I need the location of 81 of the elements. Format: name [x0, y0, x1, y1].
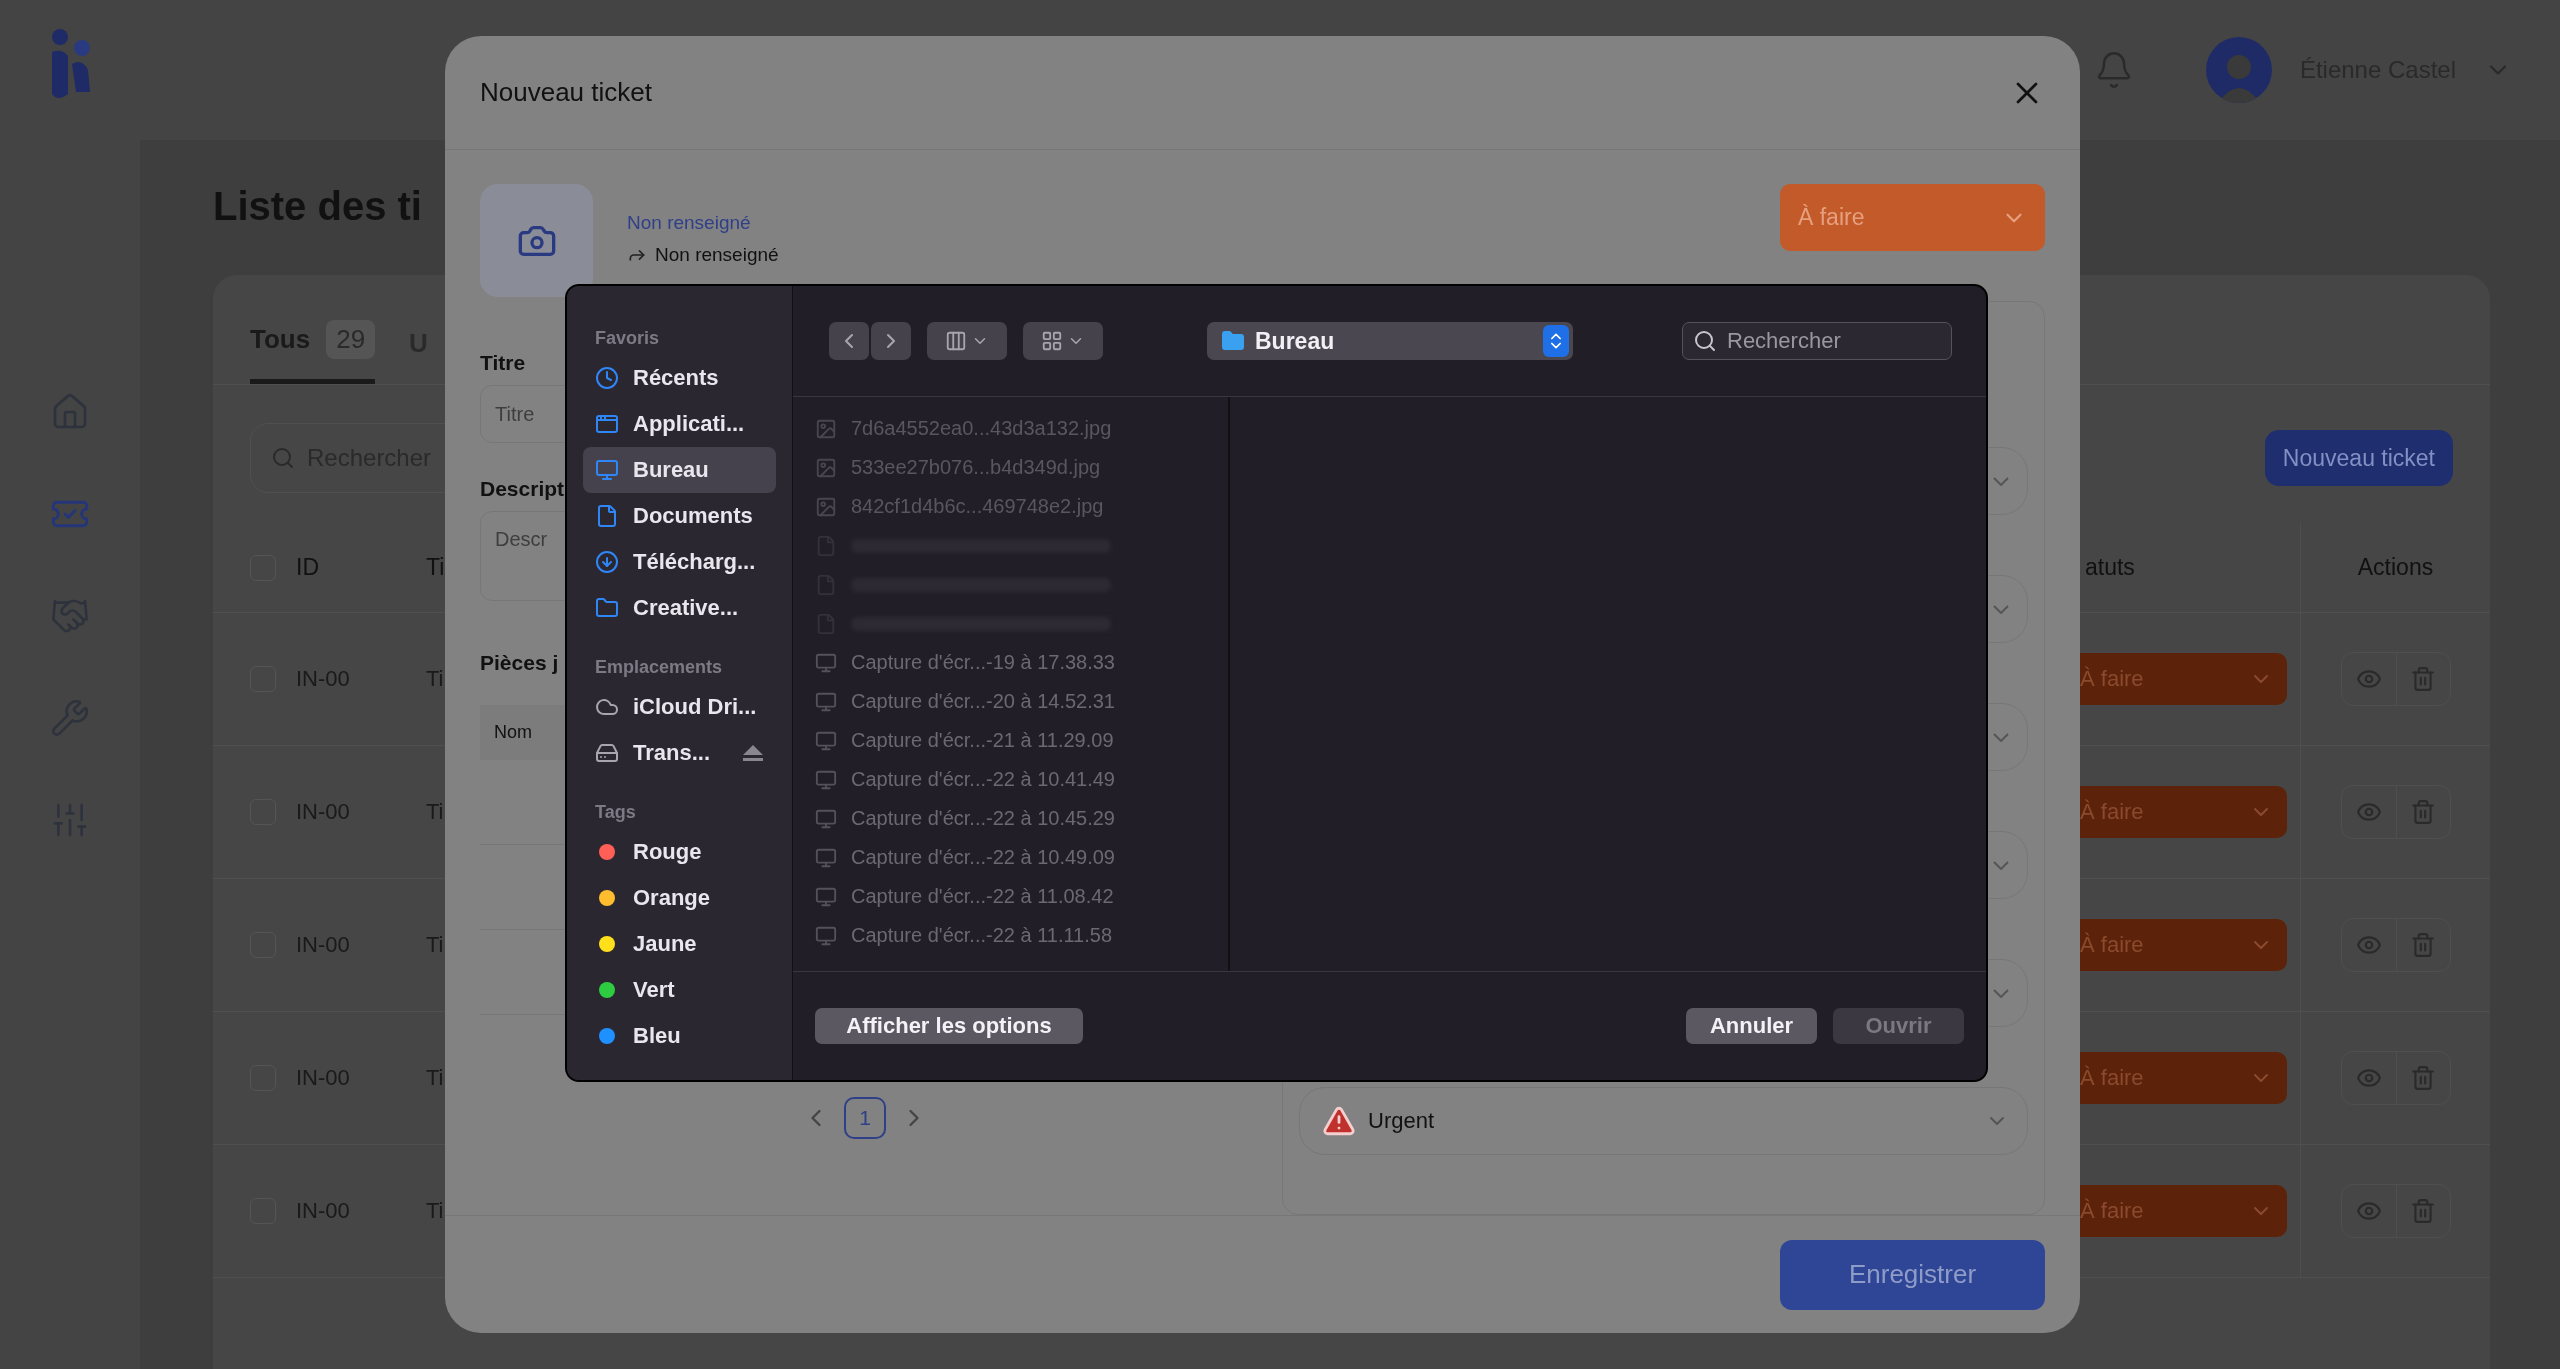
priority-text: Urgent: [1368, 1108, 1435, 1134]
screenshot-file-icon: [815, 846, 837, 869]
field-label: Pièces j: [480, 651, 559, 675]
field-label: Titre: [480, 351, 526, 375]
back-button[interactable]: [829, 322, 869, 360]
options-button[interactable]: Afficher les options: [815, 1008, 1083, 1044]
download-icon: [595, 550, 619, 574]
screenshot-file-icon: [815, 768, 837, 791]
link[interactable]: Non renseigné: [627, 212, 1746, 234]
grid-icon: [1041, 330, 1063, 352]
image-file-icon: [815, 456, 837, 479]
chevron-down-icon: [1993, 860, 2009, 870]
sidebar-heading: Emplacements: [594, 657, 724, 678]
forward-button[interactable]: [871, 322, 911, 360]
file-name[interactable]: Capture d'écr...-22 à 10.45.29: [851, 807, 1115, 830]
trash-icon: [2410, 932, 2436, 958]
sidebar-item[interactable]: Bureau: [583, 447, 776, 493]
screenshot-file-icon: [815, 807, 837, 830]
trash-icon: [2410, 1065, 2436, 1091]
assignee-text: Non renseigné: [655, 244, 779, 266]
image-file-icon: [815, 417, 837, 440]
sidebar-heading: Favoris: [594, 328, 661, 349]
sidebar-heading: Tags: [594, 802, 637, 823]
folder-icon: [1221, 329, 1245, 353]
app-window-icon: [595, 412, 619, 436]
chevron-down-icon: [1993, 732, 2009, 742]
stepper-icon: [1543, 325, 1569, 357]
screenshot-file-icon: [815, 729, 837, 752]
sidebar-item[interactable]: Documents: [583, 493, 776, 539]
chevron-down-icon: [1993, 604, 2009, 614]
page-number[interactable]: 1: [844, 1097, 886, 1139]
save-button[interactable]: Enregistrer: [1780, 1239, 2045, 1310]
image-file-icon: [815, 495, 837, 518]
sidebar-item[interactable]: Jaune: [583, 921, 776, 967]
field-label: Descript: [480, 477, 565, 501]
search-icon: [271, 446, 295, 470]
sidebar-item[interactable]: Récents: [583, 355, 776, 401]
location-dropdown[interactable]: Bureau: [1207, 322, 1573, 360]
clock-icon: [595, 366, 619, 390]
file-name[interactable]: 842cf1d4b6c...469748e2.jpg: [851, 495, 1104, 518]
eject-icon[interactable]: [742, 744, 764, 762]
file-name[interactable]: Capture d'écr...-19 à 17.38.33: [851, 651, 1115, 674]
sidebar-item[interactable]: Bleu: [583, 1013, 776, 1059]
screenshot-file-icon: [815, 885, 837, 908]
search-field[interactable]: Rechercher: [1682, 322, 1952, 360]
screenshot-file-icon: [815, 924, 837, 947]
sidebar-item[interactable]: Rouge: [583, 829, 776, 875]
folder-icon: [595, 596, 619, 620]
file-name[interactable]: Capture d'écr...-22 à 10.49.09: [851, 846, 1115, 869]
file-icon: [595, 504, 619, 528]
sidebar-item[interactable]: Orange: [583, 875, 776, 921]
trash-icon: [2410, 799, 2436, 825]
file-name[interactable]: 533ee27b076...b4d349d.jpg: [851, 456, 1101, 479]
chevron-down-icon: [1993, 988, 2009, 998]
status-dropdown[interactable]: À faire: [1780, 184, 2045, 251]
cancel-button[interactable]: Annuler: [1686, 1008, 1817, 1044]
sidebar-item[interactable]: Télécharg...: [583, 539, 776, 585]
search-icon: [1693, 329, 1717, 353]
new-ticket-button[interactable]: Nouveau ticket: [2264, 430, 2453, 486]
sidebar-item[interactable]: Vert: [583, 967, 776, 1013]
add-photo-button[interactable]: [480, 184, 593, 297]
drive-icon: [595, 741, 619, 765]
columns-icon: [945, 330, 967, 352]
trash-icon: [2410, 1198, 2436, 1224]
file-name[interactable]: Capture d'écr...-22 à 11.08.42: [851, 885, 1114, 908]
file-name[interactable]: Capture d'écr...-22 à 10.41.49: [851, 768, 1115, 791]
modal-title: Nouveau ticket: [480, 77, 652, 108]
monitor-icon: [595, 458, 619, 482]
chevron-down-icon: [1993, 476, 2009, 486]
screenshot-file-icon: [815, 651, 837, 674]
file-name[interactable]: Capture d'écr...-21 à 11.29.09: [851, 729, 1114, 752]
file-name[interactable]: Capture d'écr...-22 à 11.11.58: [851, 924, 1113, 947]
file-name[interactable]: 7d6a4552ea0...43d3a132.jpg: [851, 417, 1112, 440]
sidebar-item[interactable]: Applicati...: [583, 401, 776, 447]
column-view-button[interactable]: [927, 322, 1007, 360]
sidebar-item[interactable]: Creative...: [583, 585, 776, 631]
priority-select[interactable]: Urgent: [1299, 1087, 2028, 1155]
warning-icon: [1322, 1104, 1356, 1138]
screenshot-file-icon: [815, 690, 837, 713]
grid-view-button[interactable]: [1023, 322, 1103, 360]
trash-icon: [2410, 666, 2436, 692]
